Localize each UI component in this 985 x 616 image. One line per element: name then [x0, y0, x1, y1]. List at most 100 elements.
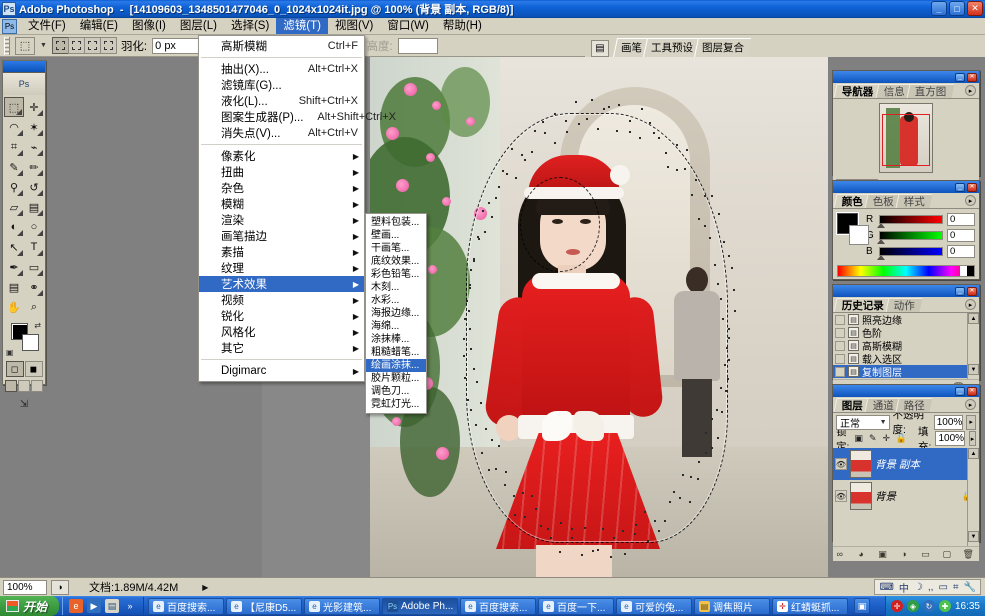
palette-menu-icon[interactable]: ▸	[965, 399, 976, 410]
lasso-tool-button[interactable]: ◠	[4, 117, 24, 137]
navigator-palette-title-bar[interactable]: _ ✕	[833, 71, 979, 83]
filter-menu-item-extract[interactable]: 抽出(X)... Alt+Ctrl+X	[199, 61, 364, 77]
filter-menu-item-filter-gallery[interactable]: 滤镜库(G)...	[199, 77, 364, 93]
taskbar-item-red-dragonfly[interactable]: ✛ 红蜻蜓抓...	[772, 598, 848, 615]
artistic-item-fresco[interactable]: 壁画...	[366, 229, 426, 242]
close-icon[interactable]: ✕	[967, 287, 977, 296]
ime-fullwidth-icon[interactable]: ▭	[938, 582, 947, 593]
default-colors-icon[interactable]: ▣	[6, 348, 14, 357]
artistic-item-dry-brush[interactable]: 干画笔...	[366, 242, 426, 255]
layer-row-background-copy[interactable]: 👁 背景 副本	[833, 448, 979, 480]
minimize-icon[interactable]: _	[955, 183, 965, 192]
history-snapshot-checkbox[interactable]	[835, 328, 845, 338]
antivirus-icon[interactable]: ✛	[891, 600, 903, 612]
marquee-icon[interactable]: ⬚	[15, 37, 35, 55]
scroll-up-icon[interactable]: ▲	[968, 313, 979, 324]
brush-tool-button[interactable]: ✏	[24, 157, 44, 177]
fill-stepper[interactable]: ▸	[969, 431, 976, 446]
healing-brush-tool-button[interactable]: ✎	[4, 157, 24, 177]
magic-wand-tool-button[interactable]: ✶	[24, 117, 44, 137]
menu-select[interactable]: 选择(S)	[224, 18, 276, 34]
red-slider[interactable]	[879, 215, 943, 224]
desktop-icon[interactable]: ▤	[105, 599, 119, 613]
red-value-input[interactable]: 0	[947, 213, 975, 226]
tab-history[interactable]: 历史记录	[834, 298, 892, 312]
tab-paths[interactable]: 路径	[896, 398, 933, 412]
zoom-level-input[interactable]: 100%	[3, 580, 47, 595]
filter-menu-item-liquify[interactable]: 液化(L)... Shift+Ctrl+X	[199, 93, 364, 109]
type-tool-button[interactable]: T	[24, 237, 44, 257]
options-bar-grip[interactable]	[4, 37, 10, 55]
menu-filter[interactable]: 滤镜(T)	[276, 18, 328, 34]
artistic-item-colored-pencil[interactable]: 彩色铅笔...	[366, 268, 426, 281]
taskbar-item-baidu-yixia[interactable]: e 百度一下...	[538, 598, 614, 615]
opacity-stepper[interactable]: ▸	[966, 415, 976, 430]
filter-menu-item-sharpen[interactable]: 锐化 ▶	[199, 308, 364, 324]
media-icon[interactable]: ▶	[87, 599, 101, 613]
navigator-thumbnail-area[interactable]	[833, 99, 979, 177]
minimize-button[interactable]: _	[931, 1, 947, 16]
navigator-thumbnail[interactable]	[879, 103, 933, 173]
scroll-down-icon[interactable]: ▼	[968, 364, 979, 375]
lock-position-icon[interactable]: ✛	[881, 432, 891, 445]
new-group-icon[interactable]: ▭	[919, 548, 932, 560]
start-button[interactable]: 开始	[0, 596, 59, 616]
close-button[interactable]: ✕	[967, 1, 983, 16]
update-icon[interactable]: ↻	[923, 600, 935, 612]
add-selection-button[interactable]	[68, 37, 85, 54]
filter-menu-item-other[interactable]: 其它 ▶	[199, 340, 364, 356]
navigator-view-box[interactable]	[882, 114, 930, 166]
artistic-item-smudge-stick[interactable]: 涂抹棒...	[366, 333, 426, 346]
green-value-input[interactable]: 0	[947, 229, 975, 242]
history-item-duplicate-layer[interactable]: ▤ 复制图层	[833, 365, 979, 378]
path-selection-tool-button[interactable]: ↖	[4, 237, 24, 257]
filter-menu-item-distort[interactable]: 扭曲 ▶	[199, 164, 364, 180]
taskbar-item-photo-folder[interactable]: ▤ 调焦照片	[694, 598, 770, 615]
quick-mask-mode-button[interactable]: ◼	[25, 361, 43, 377]
layers-palette-title-bar[interactable]: _ ✕	[833, 385, 979, 397]
zoom-tool-button[interactable]: ⌕	[24, 297, 44, 317]
palette-well-tab-layer-comps[interactable]: 图层复合	[694, 38, 751, 57]
menu-view[interactable]: 视图(V)	[328, 18, 380, 34]
sync-icon[interactable]: ✚	[939, 600, 951, 612]
preview-icon[interactable]: ◑	[51, 580, 69, 595]
move-tool-button[interactable]: ✛	[24, 97, 44, 117]
history-item-levels[interactable]: ▤ 色阶	[833, 326, 979, 339]
maximize-button[interactable]: □	[949, 1, 965, 16]
taskbar-item-cute-rabbit[interactable]: e 可爱的兔...	[616, 598, 692, 615]
opacity-input[interactable]: 100%	[934, 415, 964, 430]
background-color-swatch[interactable]	[849, 225, 869, 245]
scroll-down-icon[interactable]: ▼	[968, 531, 979, 542]
blend-mode-select[interactable]: 正常 ▼	[836, 415, 890, 430]
ie-icon[interactable]: e	[69, 599, 83, 613]
history-scrollbar[interactable]: ▲ ▼	[967, 313, 979, 379]
filter-menu-item-vanishing-point[interactable]: 消失点(V)... Alt+Ctrl+V	[199, 125, 364, 141]
eyedropper-tool-button[interactable]: ⚭	[24, 277, 44, 297]
lock-transparency-icon[interactable]: ▣	[853, 432, 864, 445]
shape-tool-button[interactable]: ▭	[24, 257, 44, 277]
delete-layer-icon[interactable]: 🗑	[962, 548, 975, 560]
ime-softkeyboard-icon[interactable]: ⌗	[953, 582, 959, 593]
menu-file[interactable]: 文件(F)	[21, 18, 73, 34]
history-snapshot-checkbox[interactable]	[835, 315, 845, 325]
artistic-item-poster-edges[interactable]: 海报边缘...	[366, 307, 426, 320]
standard-screen-mode-button[interactable]	[5, 380, 17, 392]
document-control-icon[interactable]: Ps	[2, 19, 17, 34]
filter-menu-item-digimarc[interactable]: Digimarc ▶	[199, 363, 364, 379]
new-layer-icon[interactable]: ▢	[940, 548, 953, 560]
filter-menu-item-sketch[interactable]: 素描 ▶	[199, 244, 364, 260]
standard-mask-mode-button[interactable]: ◻	[6, 361, 24, 377]
taskbar-item-nikon-d5[interactable]: e 【尼康D5...	[226, 598, 302, 615]
close-icon[interactable]: ✕	[967, 183, 977, 192]
marquee-tool-button[interactable]: ⬚	[4, 97, 24, 117]
pen-tool-button[interactable]: ✒	[4, 257, 24, 277]
tab-actions[interactable]: 动作	[886, 298, 923, 312]
filter-menu-item-gaussian-blur[interactable]: 高斯模糊 Ctrl+F	[199, 38, 364, 54]
chevron-more-icon[interactable]: »	[123, 599, 137, 613]
file-browser-icon[interactable]: ▤	[591, 40, 609, 57]
history-item-load-selection[interactable]: ▤ 载入选区	[833, 352, 979, 365]
lock-all-icon[interactable]: 🔒	[895, 432, 908, 445]
fill-input[interactable]: 100%	[935, 431, 965, 446]
filter-menu-item-noise[interactable]: 杂色 ▶	[199, 180, 364, 196]
eraser-tool-button[interactable]: ▱	[4, 197, 24, 217]
